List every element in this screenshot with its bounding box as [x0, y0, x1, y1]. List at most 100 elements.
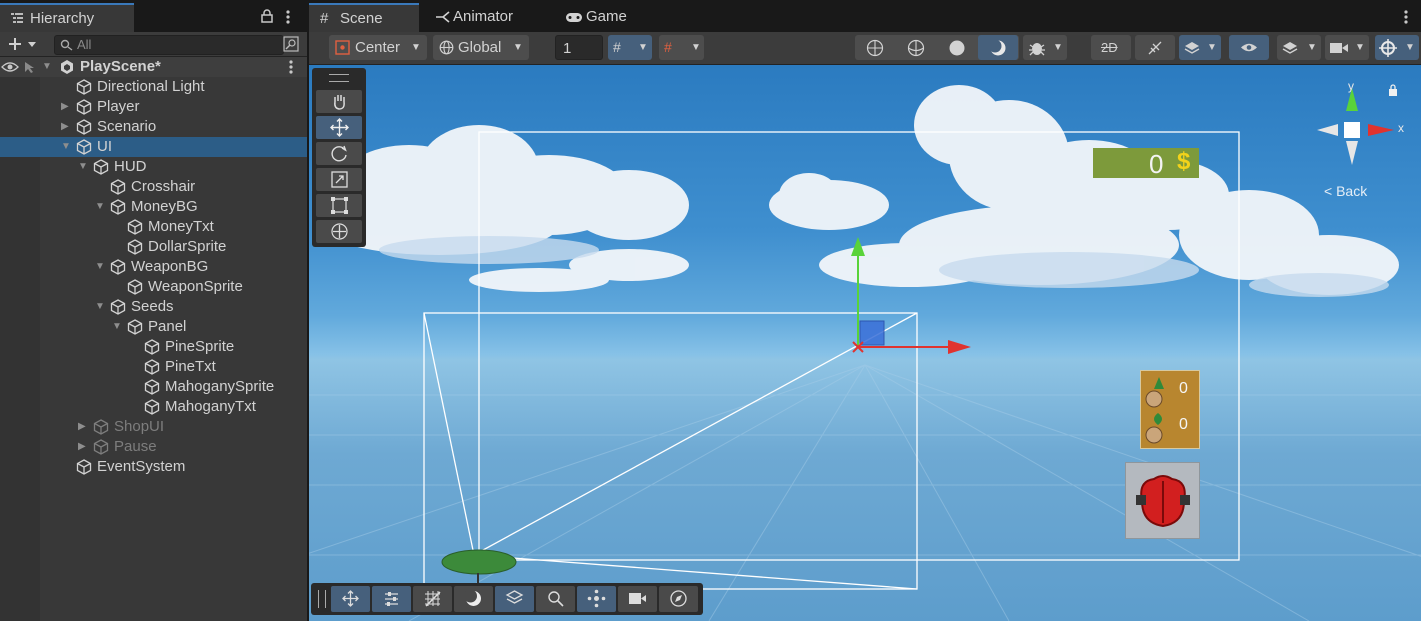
camera-record-button[interactable]	[618, 586, 657, 612]
expand-arrow-icon[interactable]: ▼	[95, 297, 107, 317]
hierarchy-item[interactable]: MahoganySprite	[0, 377, 307, 397]
hierarchy-item[interactable]: ▶ Scenario	[0, 117, 307, 137]
pivot-rotation-label: Global	[458, 39, 502, 56]
camera-dropdown[interactable]: ▼	[1325, 35, 1369, 60]
hierarchy-item[interactable]: ▼ WeaponBG	[0, 257, 307, 277]
compass-button[interactable]	[659, 586, 698, 612]
hierarchy-item[interactable]: ▶ ShopUI	[0, 417, 307, 437]
hierarchy-item[interactable]: ▶ Pause	[0, 437, 307, 457]
transform-tool-button[interactable]	[316, 220, 362, 243]
move-tool-button[interactable]	[316, 116, 362, 139]
tab-scene[interactable]: # Scene	[309, 3, 419, 32]
collapse-arrow-icon[interactable]: ▶	[61, 97, 73, 117]
collapse-arrow-icon[interactable]: ▶	[78, 417, 90, 437]
scale-tool-button[interactable]	[316, 168, 362, 191]
hierarchy-item[interactable]: ▼ HUD	[0, 157, 307, 177]
hierarchy-item[interactable]: ▶ Player	[0, 97, 307, 117]
expand-arrow-icon[interactable]: ▼	[95, 197, 107, 217]
expand-arrow-icon[interactable]: ▼	[61, 137, 73, 157]
dollar-icon: $	[1177, 148, 1191, 175]
view-tool-button[interactable]	[316, 90, 362, 113]
effects-dropdown[interactable]: ▼	[1179, 35, 1221, 60]
hierarchy-item[interactable]: EventSystem	[0, 457, 307, 477]
hierarchy-item[interactable]: ▼ MoneyBG	[0, 197, 307, 217]
grid-snap-value-field[interactable]: 1	[555, 35, 603, 60]
scene-root-row[interactable]: ▼ PlayScene*	[0, 57, 307, 77]
collapse-arrow-icon[interactable]: ▶	[78, 437, 90, 457]
expand-arrow-icon[interactable]: ▼	[42, 57, 54, 77]
expand-arrow-icon[interactable]: ▼	[112, 317, 124, 337]
grid-snap-toggle[interactable]: # ▼	[659, 35, 704, 60]
layers-dropdown[interactable]: ▼	[1277, 35, 1321, 60]
gameobject-cube-icon	[76, 119, 92, 135]
drag-handle[interactable]	[318, 590, 326, 608]
expand-arrow-icon[interactable]: ▼	[78, 157, 90, 177]
magnifier-button[interactable]	[536, 586, 575, 612]
move-arrows-button[interactable]	[331, 586, 370, 612]
hierarchy-tab[interactable]: Hierarchy	[0, 3, 134, 32]
transform-icon	[331, 223, 348, 240]
create-dropdown-button[interactable]	[6, 35, 40, 53]
hierarchy-item[interactable]: WeaponSprite	[0, 277, 307, 297]
expand-arrow-icon[interactable]: ▼	[95, 257, 107, 277]
hidden-objects-toggle[interactable]	[1229, 35, 1269, 60]
shaded-wireframe-button[interactable]	[896, 35, 936, 60]
gameobject-cube-icon	[127, 319, 143, 335]
drag-handle[interactable]	[329, 74, 349, 82]
globe-icon	[439, 40, 454, 55]
grid-snap-button[interactable]	[413, 586, 452, 612]
hierarchy-item[interactable]: MahoganyTxt	[0, 397, 307, 417]
hierarchy-item[interactable]: ▼ Panel	[0, 317, 307, 337]
tab-animator[interactable]: Animator	[427, 3, 527, 32]
lit-mode-button[interactable]	[978, 35, 1018, 60]
gizmo-back-label[interactable]: < Back	[1324, 183, 1367, 199]
gizmos-dropdown[interactable]: ▼	[1375, 35, 1419, 60]
gameobject-cube-icon	[110, 199, 126, 215]
hierarchy-item[interactable]: ▼ Seeds	[0, 297, 307, 317]
2d-icon: 2D	[1101, 40, 1118, 55]
hierarchy-item[interactable]: Directional Light	[0, 77, 307, 97]
lock-icon[interactable]	[261, 9, 273, 23]
rotate-tool-button[interactable]	[316, 142, 362, 165]
nodes-button[interactable]	[577, 586, 616, 612]
scene-viewport[interactable]: 0 $ 0 0 y x < Back	[309, 65, 1421, 621]
scene-kebab-menu-icon[interactable]	[1402, 9, 1410, 25]
gamepad-icon	[566, 13, 582, 22]
pivot-rotation-dropdown[interactable]: Global ▼	[433, 35, 529, 60]
layers-stack-button[interactable]	[495, 586, 534, 612]
rect-tool-button[interactable]	[316, 194, 362, 217]
scene-kebab-icon[interactable]	[287, 59, 295, 75]
hierarchy-search-field[interactable]: All	[54, 35, 284, 55]
grid-snap-value: 1	[563, 40, 572, 57]
chevron-down-icon: ▼	[1307, 42, 1317, 53]
gizmo-lock-icon[interactable]	[1388, 84, 1398, 97]
hierarchy-item[interactable]: DollarSprite	[0, 237, 307, 257]
hierarchy-item[interactable]: ▼ UI	[0, 137, 307, 157]
grid-icon: #	[320, 10, 329, 27]
plus-icon	[9, 38, 36, 50]
2d-mode-toggle[interactable]: 2D	[1091, 35, 1131, 60]
hierarchy-item[interactable]: PineSprite	[0, 337, 307, 357]
orientation-gizmo[interactable]: y x < Back	[1312, 79, 1407, 203]
shaded-mode-button[interactable]	[937, 35, 977, 60]
sliders-button[interactable]	[372, 586, 411, 612]
kebab-menu-icon[interactable]	[284, 9, 292, 25]
hierarchy-item[interactable]: PineTxt	[0, 357, 307, 377]
scene-search-icon[interactable]	[283, 36, 299, 52]
hierarchy-item[interactable]: Crosshair	[0, 177, 307, 197]
collapse-arrow-icon[interactable]: ▶	[61, 117, 73, 137]
eye-icon[interactable]	[1, 60, 19, 74]
gameobject-cube-icon	[144, 359, 160, 375]
gameobject-cube-icon	[110, 299, 126, 315]
tab-game[interactable]: Game	[559, 3, 639, 32]
lighting-sphere-button[interactable]	[454, 586, 493, 612]
gameobject-cube-icon	[76, 139, 92, 155]
debug-draw-dropdown[interactable]: ▼	[1023, 35, 1067, 60]
lighting-toggle[interactable]	[1135, 35, 1175, 60]
pickable-hand-icon[interactable]	[22, 60, 36, 74]
gizmo-x-label: x	[1398, 121, 1404, 135]
hierarchy-item[interactable]: MoneyTxt	[0, 217, 307, 237]
pivot-mode-dropdown[interactable]: Center ▼	[329, 35, 427, 60]
wireframe-mode-button[interactable]	[855, 35, 895, 60]
grid-visibility-toggle[interactable]: # ▼	[608, 35, 652, 60]
